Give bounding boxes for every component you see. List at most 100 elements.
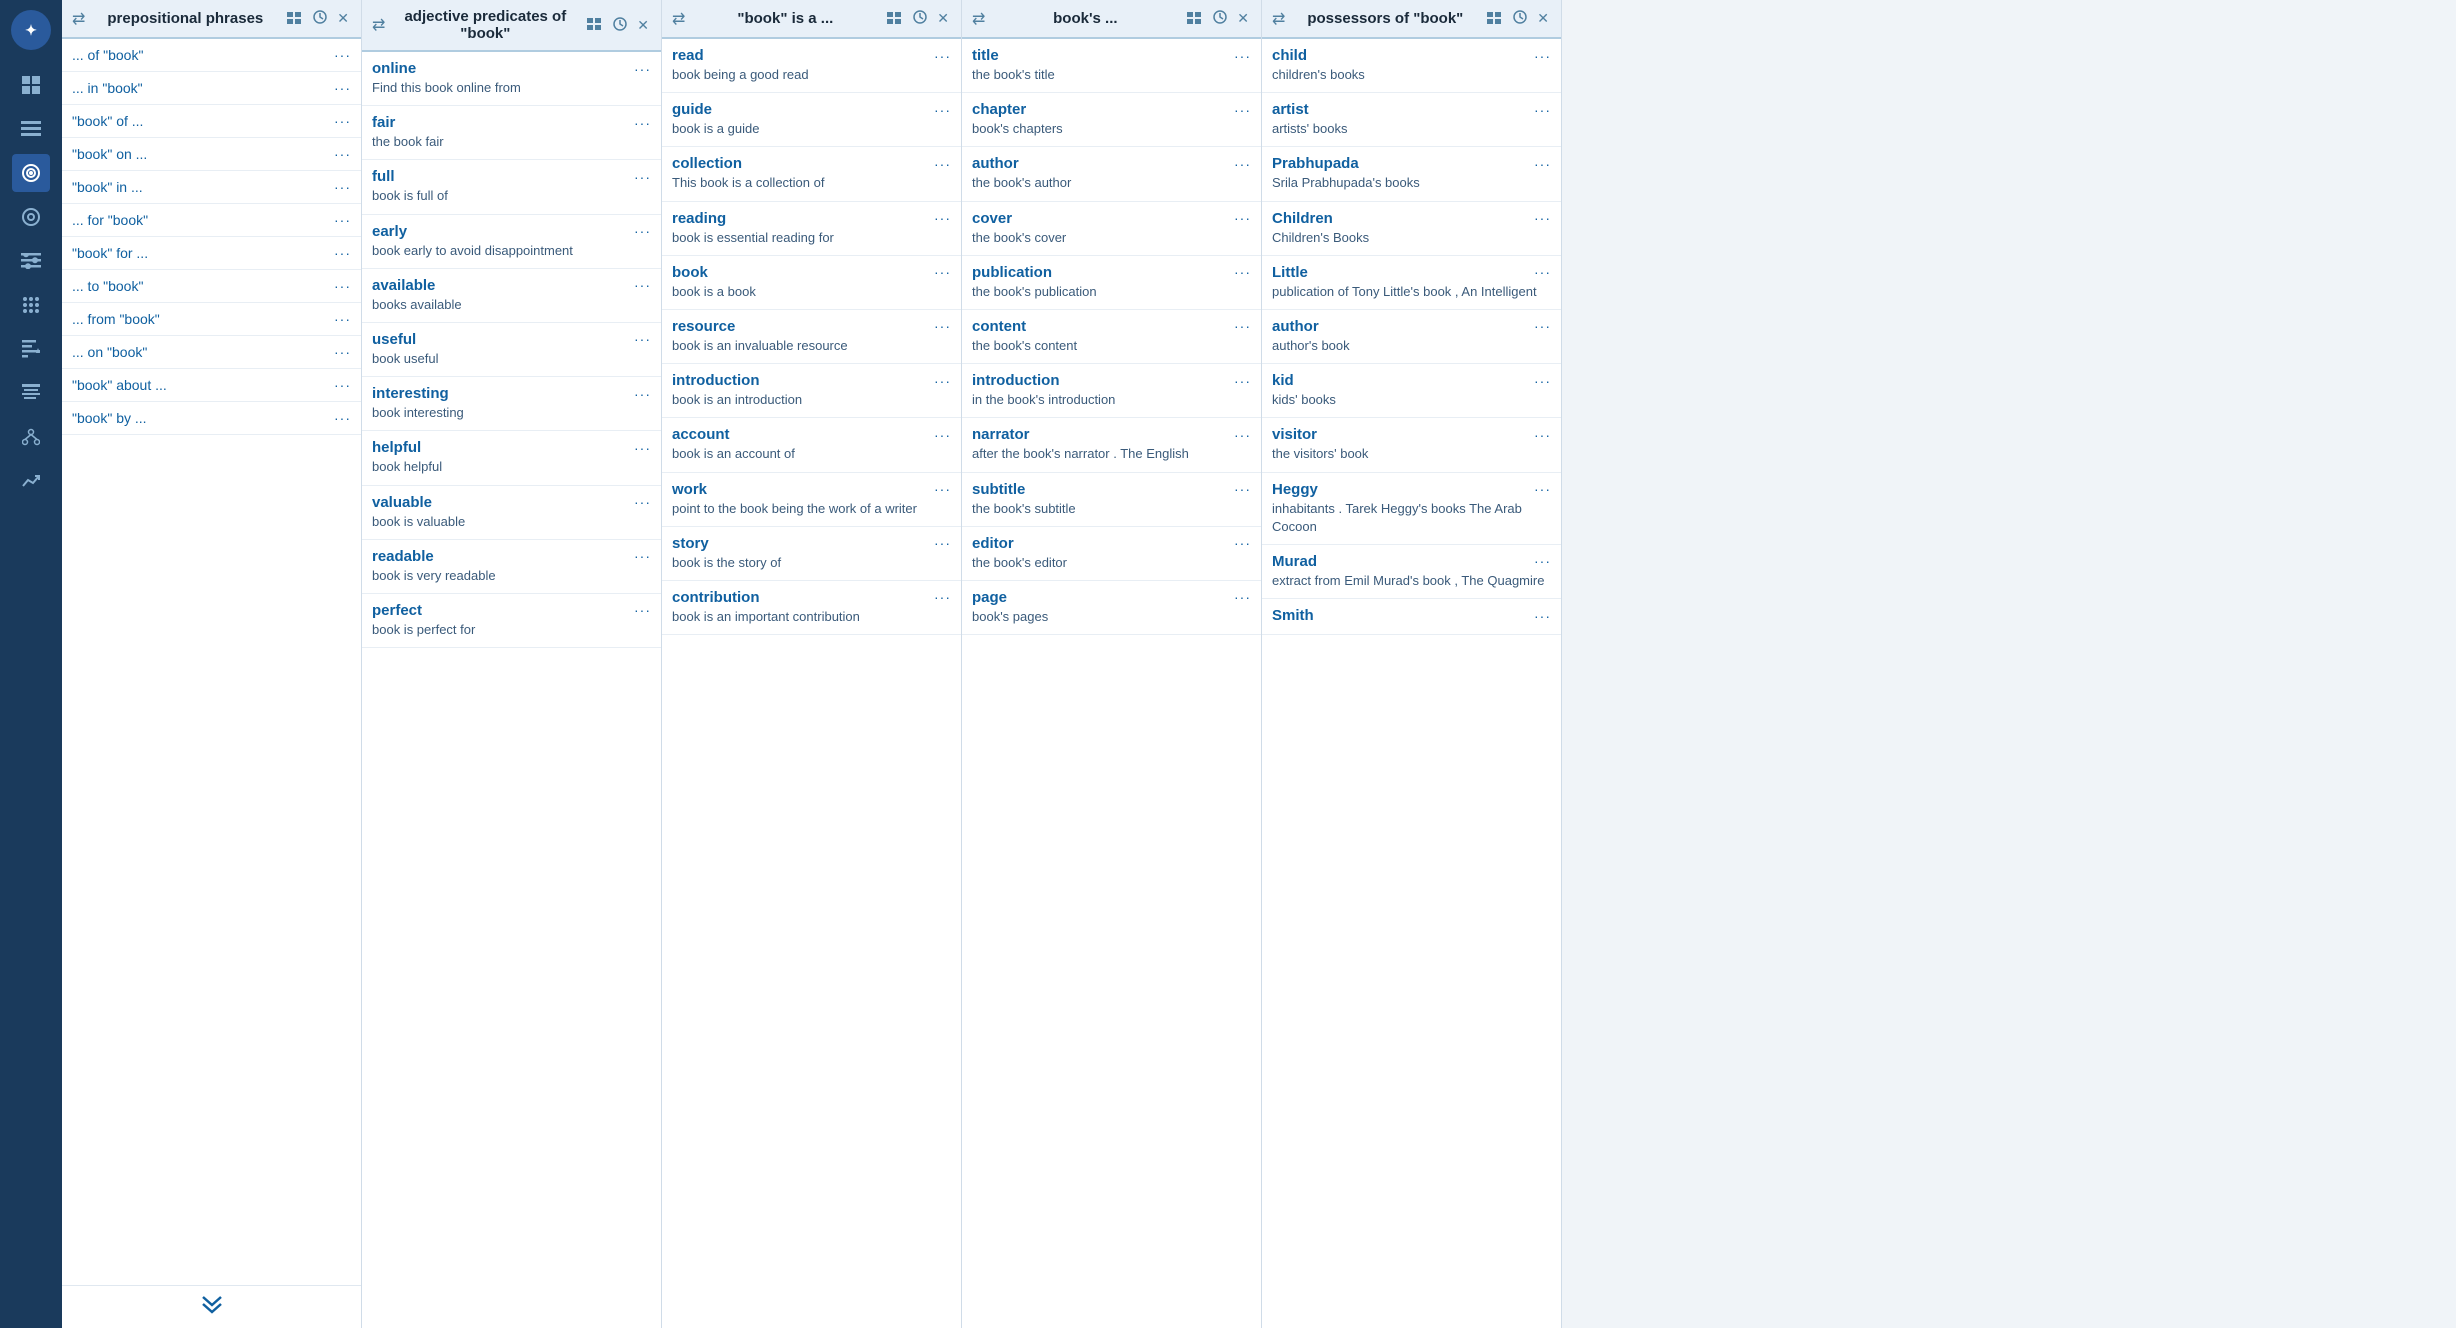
item-more-dots[interactable]: ···: [634, 223, 651, 239]
entry-title[interactable]: publication: [972, 264, 1052, 281]
item-more-dots[interactable]: ···: [934, 210, 951, 226]
item-more-dots[interactable]: ···: [334, 410, 351, 426]
item-more-dots[interactable]: ···: [934, 318, 951, 334]
item-more-dots[interactable]: ···: [334, 245, 351, 261]
swap-icon[interactable]: ⇄: [972, 9, 985, 29]
entry-title[interactable]: Heggy: [1272, 481, 1318, 498]
item-more-dots[interactable]: ···: [1534, 48, 1551, 64]
entry-title[interactable]: visitor: [1272, 426, 1317, 443]
entry-title[interactable]: Prabhupada: [1272, 155, 1359, 172]
item-more-dots[interactable]: ···: [1534, 373, 1551, 389]
sidebar-settings-icon[interactable]: [12, 198, 50, 236]
entry-title[interactable]: useful: [372, 331, 416, 348]
entry-title[interactable]: child: [1272, 47, 1307, 64]
panel-grid-detail-icon[interactable]: [1185, 9, 1205, 29]
item-more-dots[interactable]: ···: [634, 602, 651, 618]
swap-icon[interactable]: ⇄: [72, 9, 85, 29]
item-more-dots[interactable]: ···: [634, 548, 651, 564]
entry-title[interactable]: read: [672, 47, 704, 64]
sidebar-filter-icon[interactable]: [12, 242, 50, 280]
item-more-dots[interactable]: ···: [334, 47, 351, 63]
entry-title[interactable]: account: [672, 426, 730, 443]
item-more-dots[interactable]: ···: [634, 169, 651, 185]
panel-clock-icon[interactable]: [311, 8, 329, 29]
item-more-dots[interactable]: ···: [1234, 156, 1251, 172]
item-more-dots[interactable]: ···: [934, 102, 951, 118]
entry-title[interactable]: title: [972, 47, 999, 64]
entry-title[interactable]: fair: [372, 114, 395, 131]
item-more-dots[interactable]: ···: [1534, 264, 1551, 280]
panel-close-icon[interactable]: ✕: [635, 15, 651, 36]
entry-title[interactable]: author: [1272, 318, 1319, 335]
entry-title[interactable]: work: [672, 481, 707, 498]
item-more-dots[interactable]: ···: [934, 535, 951, 551]
item-more-dots[interactable]: ···: [934, 481, 951, 497]
panel-clock-icon[interactable]: [1211, 8, 1229, 29]
entry-title[interactable]: Murad: [1272, 553, 1317, 570]
item-more-dots[interactable]: ···: [934, 264, 951, 280]
sidebar-grid-icon[interactable]: [12, 66, 50, 104]
entry-title[interactable]: editor: [972, 535, 1014, 552]
item-more-dots[interactable]: ···: [1234, 48, 1251, 64]
entry-title[interactable]: Children: [1272, 210, 1333, 227]
entry-title[interactable]: page: [972, 589, 1007, 606]
entry-title[interactable]: available: [372, 277, 435, 294]
item-more-dots[interactable]: ···: [634, 61, 651, 77]
item-more-dots[interactable]: ···: [1234, 102, 1251, 118]
entry-title[interactable]: author: [972, 155, 1019, 172]
entry-title[interactable]: chapter: [972, 101, 1026, 118]
entry-title[interactable]: artist: [1272, 101, 1309, 118]
item-more-dots[interactable]: ···: [634, 494, 651, 510]
simple-item-title[interactable]: ... from "book": [72, 311, 160, 327]
panel-grid-detail-icon[interactable]: [585, 15, 605, 35]
item-more-dots[interactable]: ···: [334, 113, 351, 129]
item-more-dots[interactable]: ···: [1534, 608, 1551, 624]
panel-close-icon[interactable]: ✕: [335, 8, 351, 29]
entry-title[interactable]: narrator: [972, 426, 1030, 443]
item-more-dots[interactable]: ···: [934, 48, 951, 64]
item-more-dots[interactable]: ···: [334, 146, 351, 162]
entry-title[interactable]: perfect: [372, 602, 422, 619]
entry-title[interactable]: early: [372, 223, 407, 240]
item-more-dots[interactable]: ···: [1534, 210, 1551, 226]
item-more-dots[interactable]: ···: [934, 427, 951, 443]
simple-item-title[interactable]: "book" in ...: [72, 179, 143, 195]
item-more-dots[interactable]: ···: [634, 115, 651, 131]
simple-item-title[interactable]: ... of "book": [72, 47, 143, 63]
item-more-dots[interactable]: ···: [334, 377, 351, 393]
swap-icon[interactable]: ⇄: [672, 9, 685, 29]
entry-title[interactable]: readable: [372, 548, 434, 565]
item-more-dots[interactable]: ···: [1534, 553, 1551, 569]
item-more-dots[interactable]: ···: [1234, 535, 1251, 551]
item-more-dots[interactable]: ···: [934, 373, 951, 389]
simple-item-title[interactable]: ... to "book": [72, 278, 143, 294]
item-more-dots[interactable]: ···: [634, 386, 651, 402]
entry-title[interactable]: helpful: [372, 439, 421, 456]
item-more-dots[interactable]: ···: [1234, 264, 1251, 280]
entry-title[interactable]: guide: [672, 101, 712, 118]
item-more-dots[interactable]: ···: [634, 440, 651, 456]
item-more-dots[interactable]: ···: [334, 212, 351, 228]
sidebar-dots-grid-icon[interactable]: [12, 286, 50, 324]
entry-title[interactable]: kid: [1272, 372, 1294, 389]
simple-item-title[interactable]: "book" by ...: [72, 410, 147, 426]
item-more-dots[interactable]: ···: [1234, 210, 1251, 226]
panel-grid-detail-icon[interactable]: [1485, 9, 1505, 29]
panel-close-icon[interactable]: ✕: [935, 8, 951, 29]
entry-title[interactable]: book: [672, 264, 708, 281]
panel-clock-icon[interactable]: [611, 15, 629, 36]
panel-grid-detail-icon[interactable]: [285, 9, 305, 29]
simple-item-title[interactable]: "book" about ...: [72, 377, 167, 393]
item-more-dots[interactable]: ···: [1234, 589, 1251, 605]
item-more-dots[interactable]: ···: [1234, 373, 1251, 389]
entry-title[interactable]: story: [672, 535, 709, 552]
item-more-dots[interactable]: ···: [1234, 427, 1251, 443]
show-more-button[interactable]: [200, 1294, 224, 1320]
entry-title[interactable]: resource: [672, 318, 735, 335]
simple-item-title[interactable]: "book" for ...: [72, 245, 148, 261]
simple-item-title[interactable]: "book" of ...: [72, 113, 143, 129]
item-more-dots[interactable]: ···: [1534, 427, 1551, 443]
panel-clock-icon[interactable]: [911, 8, 929, 29]
panel-close-icon[interactable]: ✕: [1535, 8, 1551, 29]
entry-title[interactable]: subtitle: [972, 481, 1025, 498]
